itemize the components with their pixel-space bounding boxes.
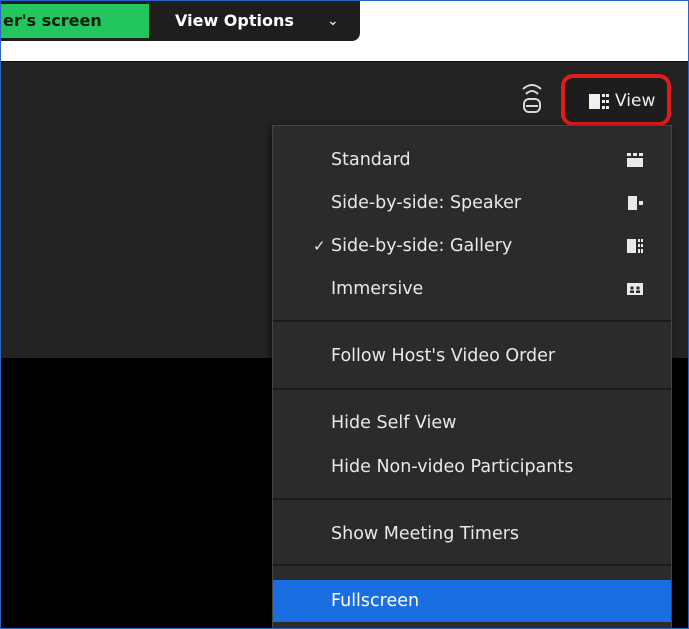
gallery-layout-icon bbox=[589, 94, 609, 109]
menu-item-follow-host-video-order[interactable]: Follow Host's Video Order bbox=[273, 337, 671, 375]
menu-item-label: Side-by-side: Speaker bbox=[331, 193, 522, 213]
menu-item-show-meeting-timers[interactable]: Show Meeting Timers bbox=[273, 515, 671, 553]
menu-item-label: Fullscreen bbox=[331, 591, 420, 611]
menu-item-label: Hide Non-video Participants bbox=[331, 457, 574, 477]
screen-share-toolbar: er's screen View Options ⌄ bbox=[1, 1, 360, 41]
menu-item-label: Hide Self View bbox=[331, 413, 457, 433]
gallery-layout-icon bbox=[627, 239, 643, 253]
menu-item-label: Follow Host's Video Order bbox=[331, 346, 556, 366]
menu-item-immersive[interactable]: Immersive bbox=[273, 270, 671, 308]
view-button[interactable]: View bbox=[561, 74, 671, 126]
menu-divider bbox=[273, 320, 671, 322]
menu-divider bbox=[273, 564, 671, 566]
divider bbox=[1, 61, 688, 62]
standard-layout-icon bbox=[627, 153, 643, 167]
share-status-label: er's screen bbox=[1, 4, 149, 38]
view-menu: Standard Side-by-side: Speaker ✓ Side-by… bbox=[272, 125, 672, 628]
view-options-button[interactable]: View Options bbox=[159, 4, 302, 38]
menu-divider bbox=[273, 498, 671, 500]
menu-item-label: Show Meeting Timers bbox=[331, 524, 520, 544]
screenshot-frame: er's screen View Options ⌄ View Standard bbox=[0, 0, 689, 629]
signal-icon[interactable] bbox=[517, 79, 547, 119]
menu-item-side-by-side-gallery[interactable]: ✓ Side-by-side: Gallery bbox=[273, 227, 671, 265]
immersive-layout-icon bbox=[627, 283, 643, 295]
menu-item-hide-self-view[interactable]: Hide Self View bbox=[273, 404, 671, 442]
menu-item-fullscreen[interactable]: Fullscreen bbox=[273, 580, 671, 622]
menu-item-side-by-side-speaker[interactable]: Side-by-side: Speaker bbox=[273, 184, 671, 222]
view-button-label: View bbox=[615, 91, 656, 111]
menu-item-standard[interactable]: Standard bbox=[273, 141, 671, 179]
checkmark-icon: ✓ bbox=[313, 237, 326, 255]
speaker-layout-icon bbox=[628, 196, 643, 210]
menu-divider bbox=[273, 388, 671, 390]
menu-item-label: Side-by-side: Gallery bbox=[331, 236, 513, 256]
menu-item-label: Immersive bbox=[331, 279, 424, 299]
menu-item-hide-non-video-participants[interactable]: Hide Non-video Participants bbox=[273, 448, 671, 486]
menu-item-label: Standard bbox=[331, 150, 411, 170]
chevron-down-icon[interactable]: ⌄ bbox=[327, 4, 339, 38]
